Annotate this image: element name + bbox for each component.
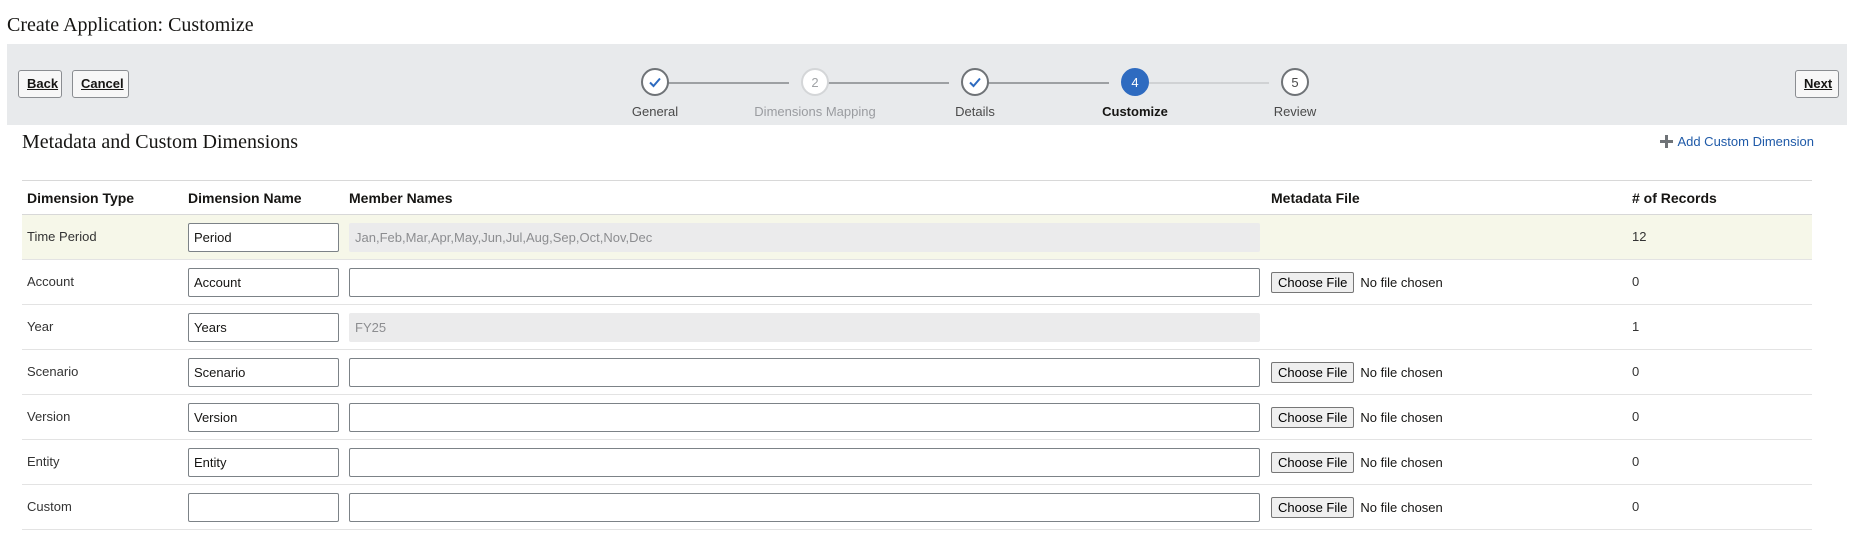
train-step-details[interactable]: Details	[895, 68, 1055, 119]
train-step-label: Dimensions Mapping	[754, 104, 876, 119]
record-count: 0	[1632, 409, 1640, 424]
dimension-type: Account	[27, 274, 74, 289]
train-step-label: Customize	[1102, 104, 1168, 119]
next-button[interactable]: Next	[1795, 70, 1839, 98]
train-step-label: Review	[1273, 104, 1317, 119]
record-count: 0	[1632, 274, 1640, 289]
member-names-input[interactable]	[349, 493, 1260, 522]
dimension-name-input[interactable]: Version	[188, 403, 339, 432]
dimension-name-input[interactable]: Years	[188, 313, 339, 342]
member-names-input[interactable]	[349, 268, 1260, 297]
file-status: No file chosen	[1360, 500, 1443, 515]
member-names-field: FY25	[349, 313, 1260, 342]
record-count: 1	[1632, 319, 1640, 334]
dimensions-table: Dimension Type Dimension Name Member Nam…	[22, 180, 1812, 530]
table-row: Custom Choose File No file chosen 0	[22, 485, 1812, 530]
step-number: 4	[1121, 68, 1149, 96]
dimension-name-input[interactable]: Period	[188, 223, 339, 252]
train-step-general[interactable]: General	[575, 68, 735, 119]
page-title: Create Application: Customize	[7, 14, 254, 36]
metadata-file-picker: Choose File No file chosen	[1271, 272, 1443, 293]
check-icon	[641, 68, 669, 96]
dimension-type: Custom	[27, 499, 72, 514]
header-dimension-name: Dimension Name	[188, 190, 302, 206]
dimension-type: Scenario	[27, 364, 79, 379]
member-names-field: Jan,Feb,Mar,Apr,May,Jun,Jul,Aug,Sep,Oct,…	[349, 223, 1260, 252]
record-count: 0	[1632, 364, 1640, 379]
record-count: 12	[1632, 229, 1647, 244]
plus-icon	[1660, 135, 1674, 148]
check-icon	[961, 68, 989, 96]
train-step-label: Details	[955, 104, 995, 119]
header-metadata-file: Metadata File	[1271, 190, 1360, 206]
table-row: Time Period Period Jan,Feb,Mar,Apr,May,J…	[22, 215, 1812, 260]
member-names-input[interactable]	[349, 358, 1260, 387]
metadata-file-picker: Choose File No file chosen	[1271, 452, 1443, 473]
table-row: Account Account Choose File No file chos…	[22, 260, 1812, 305]
table-row: Entity Entity Choose File No file chosen…	[22, 440, 1812, 485]
header-member-names: Member Names	[349, 190, 453, 206]
choose-file-button[interactable]: Choose File	[1271, 497, 1355, 518]
member-names-input[interactable]	[349, 403, 1260, 432]
choose-file-button[interactable]: Choose File	[1271, 362, 1355, 383]
file-status: No file chosen	[1360, 410, 1443, 425]
step-number: 5	[1281, 68, 1309, 96]
section-title: Metadata and Custom Dimensions	[22, 131, 299, 153]
dimension-name-input[interactable]: Account	[188, 268, 339, 297]
train-step-review[interactable]: 5 Review	[1215, 68, 1375, 119]
dimension-type: Year	[27, 319, 54, 334]
metadata-file-picker: Choose File No file chosen	[1271, 362, 1443, 383]
member-names-input[interactable]	[349, 448, 1260, 477]
add-custom-dimension-label: Add Custom Dimension	[1677, 134, 1814, 149]
dimension-name-input[interactable]: Entity	[188, 448, 339, 477]
dimension-type: Version	[27, 409, 71, 424]
file-status: No file chosen	[1360, 365, 1443, 380]
choose-file-button[interactable]: Choose File	[1271, 452, 1355, 473]
file-status: No file chosen	[1360, 275, 1443, 290]
cancel-button[interactable]: Cancel	[72, 70, 129, 98]
dimension-type: Entity	[27, 454, 60, 469]
file-status: No file chosen	[1360, 455, 1443, 470]
table-header: Dimension Type Dimension Name Member Nam…	[22, 180, 1812, 215]
header-records: # of Records	[1632, 190, 1717, 206]
metadata-file-picker: Choose File No file chosen	[1271, 407, 1443, 428]
table-row: Scenario Scenario Choose File No file ch…	[22, 350, 1812, 395]
train-step-customize[interactable]: 4 Customize	[1055, 68, 1215, 119]
header-dimension-type: Dimension Type	[27, 190, 135, 206]
dimension-type: Time Period	[27, 229, 97, 244]
train-step-label: General	[631, 104, 679, 119]
step-number: 2	[801, 68, 829, 96]
back-button[interactable]: Back	[18, 70, 62, 98]
choose-file-button[interactable]: Choose File	[1271, 272, 1355, 293]
dimension-name-input[interactable]: Scenario	[188, 358, 339, 387]
record-count: 0	[1632, 454, 1640, 469]
add-custom-dimension-link[interactable]: Add Custom Dimension	[1659, 134, 1814, 149]
train-step-dimensions-mapping[interactable]: 2 Dimensions Mapping	[735, 68, 895, 119]
table-row: Version Version Choose File No file chos…	[22, 395, 1812, 440]
choose-file-button[interactable]: Choose File	[1271, 407, 1355, 428]
train-bar: Back Cancel General 2 Dimensions Mapping…	[7, 44, 1847, 125]
metadata-file-picker: Choose File No file chosen	[1271, 497, 1443, 518]
table-row: Year Years FY25 1	[22, 305, 1812, 350]
record-count: 0	[1632, 499, 1640, 514]
dimension-name-input[interactable]	[188, 493, 339, 522]
